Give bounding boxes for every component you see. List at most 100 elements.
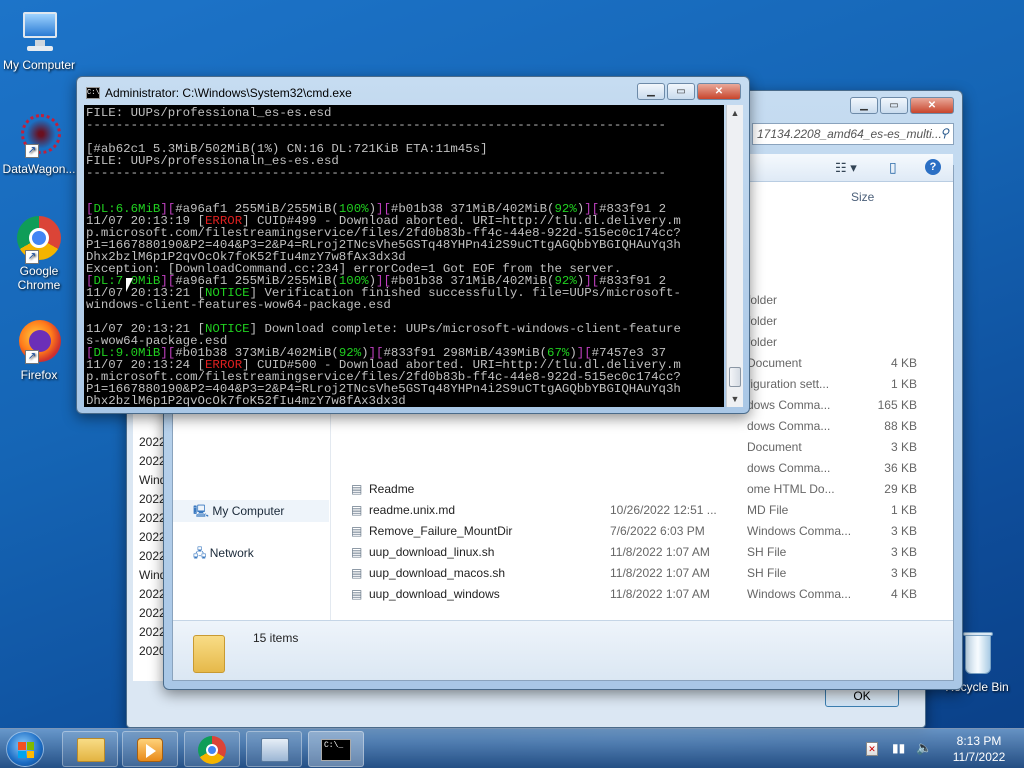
- cmd-scrollbar[interactable]: ▲ ▼: [726, 105, 743, 407]
- console-line: ----------------------------------------…: [86, 166, 666, 180]
- console-output[interactable]: FILE: UUPs/professional_es-es.esd -------…: [84, 105, 724, 407]
- desktop-icon-datawagon[interactable]: ↗ DataWagon...: [2, 112, 76, 176]
- file-icon: ▤: [351, 524, 363, 538]
- close-icon[interactable]: ✕: [910, 97, 954, 114]
- file-date: 11/8/2022 1:07 AM: [610, 545, 710, 559]
- start-button[interactable]: [6, 731, 44, 767]
- file-name: uup_download_macos.sh: [369, 566, 506, 580]
- file-icon: ▤: [351, 482, 363, 496]
- file-size: 1 KB: [890, 503, 917, 517]
- tray-network-icon[interactable]: ▮▮: [892, 741, 908, 757]
- nav-item-my-computer[interactable]: 🖳 My Computer: [173, 500, 329, 522]
- file-type: Document: [747, 356, 802, 370]
- desktop-icon-label: Firefox: [20, 368, 58, 382]
- file-size: 3 KB: [890, 524, 917, 538]
- desktop-icon-label: DataWagon...: [2, 162, 76, 176]
- windows-logo-icon: [18, 742, 34, 758]
- file-size: 3 KB: [890, 440, 917, 454]
- minimize-icon[interactable]: ▁: [850, 97, 878, 114]
- file-type: MD File: [747, 503, 789, 517]
- explorer-window-controls: ▁ ▭ ✕: [850, 97, 954, 114]
- scroll-thumb[interactable]: [729, 367, 741, 387]
- column-header-size[interactable]: Size: [851, 190, 874, 204]
- taskbar-media-player[interactable]: [122, 731, 178, 767]
- console-line: windows-client-features-wow64-package.es…: [86, 298, 391, 312]
- taskbar-network-app[interactable]: [246, 731, 302, 767]
- file-icon: ▤: [351, 587, 363, 601]
- maximize-icon[interactable]: ▭: [880, 97, 908, 114]
- taskbar-chrome[interactable]: [184, 731, 240, 767]
- cmd-window: C:\ Administrator: C:\Windows\System32\c…: [76, 76, 750, 414]
- view-options-icon[interactable]: ☷ ▾: [835, 160, 857, 176]
- file-size: 88 KB: [884, 419, 917, 433]
- file-date: 11/8/2022 1:07 AM: [610, 566, 710, 580]
- file-name: Remove_Failure_MountDir: [369, 524, 513, 538]
- file-size: 4 KB: [890, 587, 917, 601]
- file-type: SH File: [747, 545, 787, 559]
- file-date: 11/8/2022 1:07 AM: [610, 587, 710, 601]
- tray-flag-icon[interactable]: ✕: [866, 742, 878, 756]
- clock-date: 11/7/2022: [952, 750, 1006, 764]
- file-type: Document: [747, 440, 802, 454]
- taskbar-cmd[interactable]: C:\_: [308, 731, 364, 767]
- clock-time: 8:13 PM: [956, 734, 1002, 748]
- cmd-window-controls: ▁ ▭ ✕: [637, 83, 741, 100]
- file-size: [813, 311, 917, 332]
- search-input[interactable]: 17134.2208_amd64_es-es_multi... ⚲: [752, 123, 954, 145]
- file-size: 165 KB: [877, 398, 917, 412]
- file-icon: ▤: [351, 545, 363, 559]
- file-name: readme.unix.md: [369, 503, 456, 517]
- file-size: [813, 290, 917, 311]
- file-name: uup_download_linux.sh: [369, 545, 495, 559]
- clock[interactable]: 8:13 PM 11/7/2022: [944, 733, 1014, 765]
- media-player-icon: [137, 738, 163, 762]
- minimize-icon[interactable]: ▁: [637, 83, 665, 100]
- file-size: 29 KB: [884, 482, 917, 496]
- dialog-left-column: 2022 2022 Wind 2022 2022 2022 2022 Wind …: [133, 381, 167, 681]
- desktop-icon-label: Google Chrome: [17, 264, 61, 292]
- desktop-icon-my-computer[interactable]: My Computer: [2, 8, 76, 72]
- computer-icon: [15, 8, 63, 56]
- file-date: 10/26/2022 12:51 ...: [610, 503, 717, 517]
- file-type: folder: [747, 314, 778, 328]
- maximize-icon[interactable]: ▭: [667, 83, 695, 100]
- scroll-down-icon[interactable]: ▼: [727, 391, 743, 407]
- item-count: 15 items: [253, 631, 299, 645]
- tray-volume-icon[interactable]: 🔈: [916, 740, 932, 756]
- file-name: Readme: [369, 482, 415, 496]
- file-size: 3 KB: [890, 566, 917, 580]
- file-type: SH File: [747, 566, 787, 580]
- chrome-icon: ↗: [15, 214, 63, 264]
- file-icon: ▤: [351, 566, 363, 580]
- mouse-cursor-icon: [126, 278, 133, 292]
- close-icon[interactable]: ✕: [697, 83, 741, 100]
- taskbar-explorer[interactable]: [62, 731, 118, 767]
- status-bar: 15 items: [173, 620, 953, 680]
- help-icon[interactable]: ?: [925, 159, 941, 175]
- scroll-up-icon[interactable]: ▲: [727, 105, 743, 121]
- file-icon: ▤: [351, 503, 363, 517]
- desktop-icon-google-chrome[interactable]: ↗ Google Chrome: [2, 214, 76, 292]
- folder-icon: [193, 635, 225, 673]
- nav-label: My Computer: [212, 504, 285, 518]
- cmd-icon: C:\: [86, 87, 100, 99]
- window-title: Administrator: C:\Windows\System32\cmd.e…: [105, 86, 352, 100]
- cmd-icon: C:\_: [321, 739, 351, 761]
- file-type: folder: [747, 293, 778, 307]
- desktop-icon-firefox[interactable]: ↗ Firefox: [2, 318, 76, 382]
- datawagon-logo-icon: ↗: [15, 112, 63, 160]
- nav-label: Network: [209, 546, 254, 560]
- desktop-icon-label: My Computer: [2, 58, 76, 72]
- file-size: 4 KB: [890, 356, 917, 370]
- file-size: 3 KB: [890, 545, 917, 559]
- network-icon: 🖧: [193, 546, 207, 560]
- network-app-icon: [261, 738, 289, 762]
- preview-pane-icon[interactable]: ▯: [889, 159, 897, 176]
- file-size: 1 KB: [890, 377, 917, 391]
- nav-item-network[interactable]: 🖧 Network: [173, 542, 329, 564]
- console-line: ----------------------------------------…: [86, 118, 666, 132]
- search-icon: ⚲: [940, 126, 949, 140]
- search-input-text: 17134.2208_amd64_es-es_multi...: [757, 127, 942, 141]
- file-name: uup_download_windows: [369, 587, 500, 601]
